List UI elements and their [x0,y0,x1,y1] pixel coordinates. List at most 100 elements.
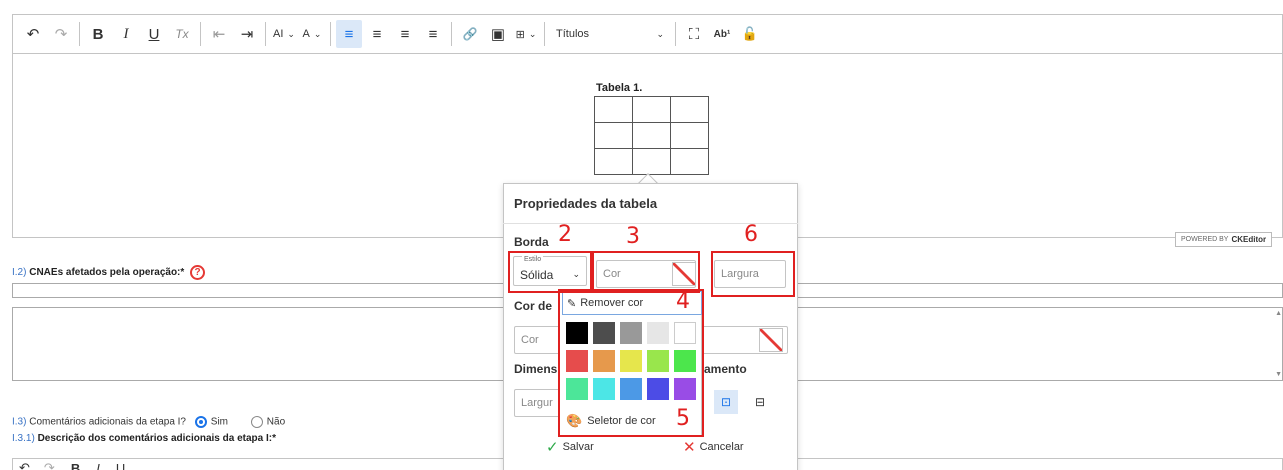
italic-button[interactable]: I [96,461,100,470]
chevron-down-icon: ⌄ [528,28,537,39]
toolbar-separator [330,22,331,46]
table-cell[interactable] [670,148,709,175]
question-number: I.3) [12,416,27,428]
redo-icon[interactable]: ↷ [44,460,55,470]
table-row [594,96,709,123]
insert-table-dropdown[interactable]: ⊞ ⌄ [513,20,539,48]
table-cell[interactable] [670,122,709,149]
close-icon: ✕ [683,439,696,456]
border-section-label: Borda [514,235,549,249]
toolbar-separator [675,22,676,46]
background-section-label: Cor de [514,299,553,313]
align-left-button[interactable]: ≡ [336,20,362,48]
help-icon[interactable]: ? [190,265,206,280]
annotation-number-6: 6 [744,222,758,247]
underline-button[interactable]: U [141,20,167,48]
superscript-button[interactable]: Ab¹ [709,20,735,48]
radio-yes[interactable] [194,416,207,428]
annotation-number-5: 5 [676,406,690,431]
chevron-down-icon: ⌄ [313,28,322,39]
ckeditor-logo: CKEditor [1231,235,1267,244]
align-center-table-icon[interactable]: ⊡ [714,390,738,414]
link-icon[interactable]: 🔗 [457,20,483,48]
annotation-number-3: 3 [626,224,640,249]
table-cell[interactable] [632,96,671,123]
scroll-down-icon[interactable]: ▼ [1275,371,1282,378]
scroll-up-icon[interactable]: ▲ [1275,310,1282,317]
annotation-box-3 [592,251,700,293]
table-row [594,148,709,175]
redo-icon[interactable]: ↷ [48,20,74,48]
dimensions-section-label: Dimens [514,362,558,376]
save-label: Salvar [562,441,594,453]
undo-icon[interactable]: ↶ [19,460,30,470]
bold-button[interactable]: B [85,20,111,48]
toolbar-separator [265,22,266,46]
background-color-placeholder: Cor [521,334,539,346]
font-size-label: AI [273,28,284,40]
table-row [594,122,709,149]
table-cell[interactable] [670,96,709,123]
annotation-box-2 [508,251,592,293]
powered-by-text: POWERED BY [1181,236,1229,243]
table-width-placeholder: Largur [521,397,553,409]
question-label: I.2) CNAEs afetados pela operação:* ? [12,265,206,280]
editor-toolbar: ↶ ↷ B I U Tx ⇤ ⇥ AI ⌄ A ⌄ ≡ ≡ ≡ ≡ 🔗 ▣ ⊞ ⌄ T… [12,14,1283,54]
table-cell[interactable] [632,148,671,175]
save-button[interactable]: ✓ Salvar [546,438,594,456]
toolbar-separator [544,22,545,46]
outdent-icon[interactable]: ⇤ [206,20,232,48]
table-cell[interactable] [594,96,633,123]
chevron-down-icon: ⌄ [656,28,664,39]
annotation-box-6 [711,251,795,297]
headings-label: Títulos [556,28,590,40]
toolbar-separator [451,22,452,46]
question-text: Descrição dos comentários adicionais da … [37,433,276,444]
font-size-dropdown[interactable]: AI ⌄ [271,20,297,48]
italic-button[interactable]: I [113,20,139,48]
radio-no-label: Não [266,416,286,428]
annotation-number-4: 4 [676,289,690,314]
question-number: I.2) [12,267,27,279]
toolbar-separator [200,22,201,46]
cancel-button[interactable]: ✕ Cancelar [683,438,744,456]
question-text: Comentários adicionais da etapa I? [29,416,186,428]
powered-by-badge[interactable]: POWERED BY CKEditor [1175,232,1273,247]
table-cell[interactable] [594,148,633,175]
editor-table[interactable] [594,96,709,175]
align-justify-button[interactable]: ≡ [420,20,446,48]
alignment-section-label: amento [704,362,747,376]
background-color-swatch[interactable] [759,328,783,352]
question-text: CNAEs afetados pela operação:* [29,267,185,279]
clear-format-button[interactable]: Tx [169,20,195,48]
align-right-table-icon[interactable]: ⊟ [748,390,772,414]
table-cell[interactable] [632,122,671,149]
table-caption: Tabela 1. [596,82,643,94]
table-width-input[interactable]: Largur [514,389,564,417]
chevron-down-icon: ⌄ [287,28,295,39]
indent-icon[interactable]: ⇥ [234,20,260,48]
fullscreen-icon[interactable]: ⛶ [681,20,707,48]
panel-title: Propriedades da tabela [514,196,658,211]
radio-no[interactable] [250,416,263,428]
radio-yes-label: Sim [210,416,229,428]
checkmark-icon: ✓ [546,439,559,456]
bold-button[interactable]: B [71,461,80,470]
underline-button[interactable]: U [116,461,125,470]
headings-dropdown[interactable]: Títulos ⌄ [550,20,670,48]
align-center-button[interactable]: ≡ [392,20,418,48]
image-upload-icon[interactable]: ▣ [485,20,511,48]
table-icon: ⊞ [515,28,525,41]
background-color-input[interactable]: Cor [514,326,564,354]
undo-icon[interactable]: ↶ [20,20,46,48]
cancel-label: Cancelar [699,441,744,453]
align-right-button[interactable]: ≡ [364,20,390,48]
table-cell[interactable] [594,122,633,149]
question-label: I.3) Comentários adicionais da etapa I? … [12,416,285,428]
question-label: I.3.1) Descrição dos comentários adicion… [12,433,276,444]
lock-icon[interactable]: 🔓 [737,20,763,48]
font-family-dropdown[interactable]: A ⌄ [299,20,325,48]
font-family-label: A [302,28,310,40]
question-number: I.3.1) [12,433,35,444]
toolbar-separator [79,22,80,46]
